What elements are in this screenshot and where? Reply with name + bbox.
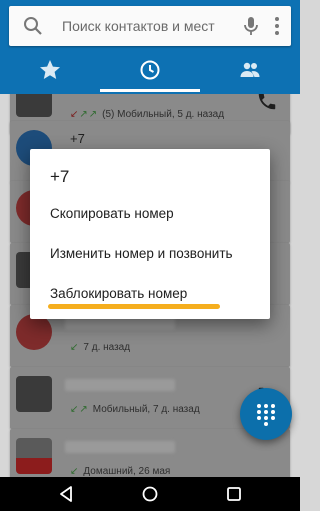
search-bar[interactable]: Поиск контактов и мест (9, 6, 291, 46)
app-bar: Поиск контактов и мест (0, 0, 300, 94)
dialog-title: +7 (50, 167, 70, 186)
highlight-underline (48, 304, 220, 309)
avatar (16, 376, 52, 412)
caller-name-redacted (65, 441, 175, 453)
tab-favorites[interactable] (38, 58, 62, 82)
call-log-detail: ↙ 7 д. назад (70, 342, 131, 353)
recents-icon[interactable] (224, 484, 244, 504)
phone-icon[interactable] (256, 94, 278, 112)
dialpad-button[interactable] (240, 388, 292, 440)
tab-contacts[interactable] (238, 58, 262, 82)
avatar (16, 94, 52, 117)
avatar (16, 314, 52, 350)
avatar (16, 438, 52, 474)
more-vert-icon[interactable] (265, 14, 289, 38)
edit-number-before-call-item[interactable]: Изменить номер и позвонить (30, 234, 270, 274)
tab-recents[interactable] (138, 58, 162, 82)
call-log-detail: ↙ Домашний, 26 мая (70, 466, 171, 477)
call-log-item[interactable]: ↙ Домашний, 26 мая (10, 429, 290, 477)
number-options-dialog: +7 Скопировать номер Изменить номер и по… (30, 149, 270, 319)
dialpad-icon (257, 404, 275, 426)
call-direction-icon: ↙ (70, 466, 80, 477)
search-icon[interactable] (21, 14, 45, 38)
caller-name-redacted (65, 379, 175, 391)
call-log-detail: ↙↗ Мобильный, 7 д. назад (70, 404, 200, 415)
microphone-icon[interactable] (239, 14, 263, 38)
back-icon[interactable] (56, 484, 76, 504)
home-icon[interactable] (140, 484, 160, 504)
system-nav-bar (0, 477, 300, 511)
caller-number: +7 (70, 131, 85, 146)
tab-indicator (100, 89, 200, 92)
copy-number-item[interactable]: Скопировать номер (30, 194, 270, 234)
call-direction-icon: ↙↗ (70, 404, 89, 415)
call-direction-icon: ↙ (70, 342, 80, 353)
search-input[interactable]: Поиск контактов и мест (62, 18, 215, 34)
call-direction-icon: ↙↗↗ (70, 109, 99, 120)
call-log-detail: ↙↗↗ (5) Мобильный, 5 д. назад (70, 109, 225, 120)
